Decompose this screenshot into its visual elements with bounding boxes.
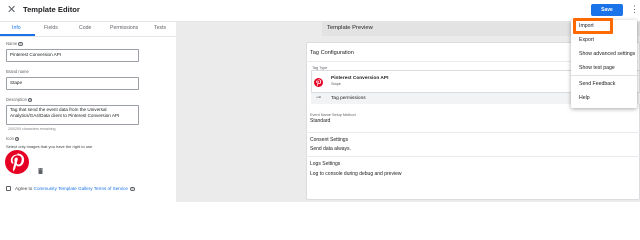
pinterest-logo-icon <box>314 74 323 87</box>
page-title: Template Editor <box>23 5 80 14</box>
menu-item-show-advanced-settings[interactable]: Show advanced settings <box>579 51 635 57</box>
menu-divider <box>571 75 637 76</box>
tab-tests[interactable]: Tests <box>154 25 166 31</box>
logs-title: Logs Settings <box>310 161 341 167</box>
description-label: Description? <box>6 97 33 103</box>
editor-tabs: Info Fields Code Permissions Tests <box>0 22 176 37</box>
tab-permissions[interactable]: Permissions <box>110 25 138 31</box>
agree-checkbox[interactable] <box>6 186 11 192</box>
preview-title: Template Preview <box>327 25 373 31</box>
consent-value: Send data always. <box>310 146 351 152</box>
icon-hint: Select only images that you have the rig… <box>6 144 93 149</box>
tab-code[interactable]: Code <box>79 25 91 31</box>
divider <box>306 156 640 157</box>
tag-permissions-label: Tag permissions <box>331 96 366 101</box>
logs-value: Log to console during debug and preview <box>310 171 402 177</box>
help-icon[interactable]: ? <box>14 136 20 142</box>
tab-info[interactable]: Info <box>12 25 21 31</box>
menu-item-export[interactable]: Export <box>579 37 594 43</box>
divider <box>306 132 640 133</box>
menu-item-help[interactable]: Help <box>579 95 590 101</box>
name-label: Name? <box>6 41 23 47</box>
top-bar: ✕ Template Editor Save ⋮ <box>0 0 640 22</box>
char-count: 200/200 characters remaining <box>8 127 56 131</box>
description-field[interactable]: Tag that send the event data from the Un… <box>6 105 139 125</box>
brand-name-field[interactable]: Stape <box>6 77 139 90</box>
key-icon: ⊸ <box>316 95 322 101</box>
save-button[interactable]: Save <box>591 4 623 16</box>
tab-fields[interactable]: Fields <box>44 25 58 31</box>
menu-item-send-feedback[interactable]: Send Feedback <box>579 81 615 87</box>
method-label: Event Name Setup Method <box>310 113 356 117</box>
help-icon[interactable]: ? <box>18 41 23 47</box>
tag-type-brand: Stape <box>331 82 341 86</box>
tag-type-name: Pinterest Conversion API <box>331 76 389 81</box>
active-tab-indicator <box>0 34 35 36</box>
menu-item-show-test-page[interactable]: Show test page <box>579 65 615 71</box>
pinterest-logo-icon[interactable] <box>5 150 29 174</box>
more-vert-icon[interactable]: ⋮ <box>630 4 639 14</box>
help-icon[interactable]: ? <box>27 97 33 103</box>
consent-title: Consent Settings <box>310 137 349 143</box>
terms-link[interactable]: Community Template Gallery Terms of Serv… <box>34 186 128 191</box>
tag-configuration-title: Tag Configuration <box>310 50 354 56</box>
method-value: Standard <box>310 118 331 124</box>
icon-label: Icon? <box>6 136 20 142</box>
name-field[interactable]: Pinterest Conversion API <box>6 49 139 62</box>
help-icon[interactable]: ? <box>130 186 135 192</box>
terms-agreement: Agree to Community Template Gallery Term… <box>6 186 135 192</box>
import-highlight <box>573 18 613 34</box>
close-icon[interactable]: ✕ <box>7 4 16 16</box>
brand-name-label: Brand name <box>6 69 29 74</box>
delete-icon[interactable] <box>38 161 43 174</box>
